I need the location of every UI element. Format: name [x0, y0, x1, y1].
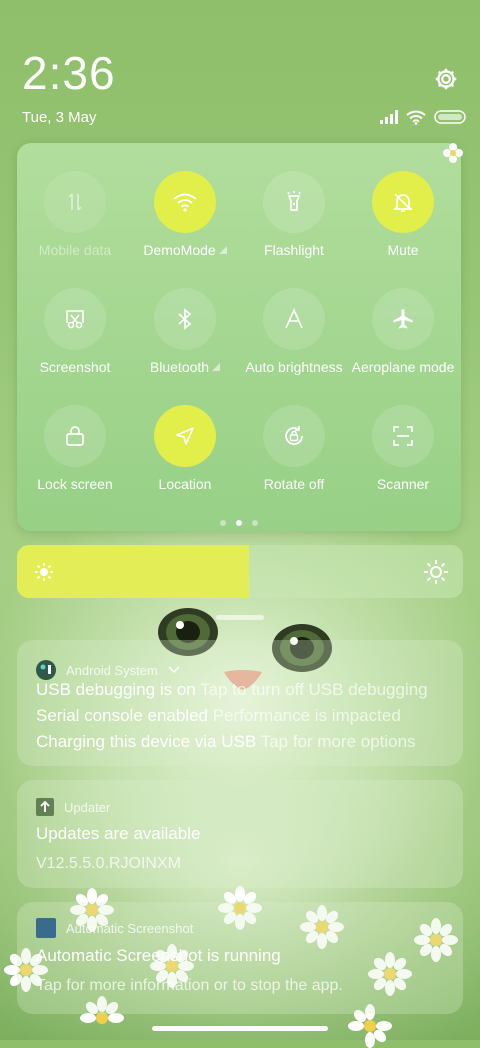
- wifi-icon: [154, 171, 216, 233]
- automatic-screenshot-icon: [36, 918, 56, 938]
- mobile-data-icon: [44, 171, 106, 233]
- notification-updater[interactable]: Updater Updates are available V12.5.5.0.…: [17, 780, 463, 888]
- battery-icon: [434, 110, 466, 124]
- clock: 2:36: [22, 47, 116, 99]
- tile-label: DemoMode: [143, 242, 216, 258]
- home-indicator[interactable]: [152, 1026, 328, 1031]
- chevron-down-icon[interactable]: [168, 666, 180, 674]
- bell-off-icon: [372, 171, 434, 233]
- flower-icon: [443, 143, 463, 163]
- tile-wifi[interactable]: DemoMode: [130, 143, 240, 258]
- updater-icon: [36, 798, 54, 816]
- tile-label: Scanner: [376, 476, 430, 492]
- notification-automatic-screenshot[interactable]: Automatic Screenshot Automatic Screensho…: [17, 902, 463, 1014]
- notification-text: Tap to turn off USB debugging: [200, 680, 428, 699]
- tile-aeroplane-mode[interactable]: Aeroplane mode: [348, 260, 458, 375]
- gear-icon[interactable]: [433, 66, 459, 92]
- notification-text: Tap for more information or to stop the …: [36, 977, 343, 994]
- tile-auto-brightness[interactable]: Auto brightness: [239, 260, 349, 375]
- notification-app-name: Android System: [66, 662, 158, 678]
- bluetooth-icon: [154, 288, 216, 350]
- page-dot: [252, 520, 258, 526]
- tile-location[interactable]: Location: [130, 377, 240, 492]
- brightness-slider[interactable]: [17, 545, 463, 598]
- notification-text: Performance is impacted: [212, 706, 401, 725]
- tile-label: Aeroplane mode: [351, 359, 455, 375]
- tile-mobile-data[interactable]: Mobile data: [20, 143, 130, 258]
- page-dot-active: [236, 520, 242, 526]
- notification-title: Updates are available: [36, 824, 201, 843]
- tile-screenshot[interactable]: Screenshot: [20, 260, 130, 375]
- notification-title: Serial console enabled: [36, 706, 209, 725]
- brightness-a-icon: [263, 288, 325, 350]
- scissors-icon: [44, 288, 106, 350]
- tile-bluetooth[interactable]: Bluetooth: [130, 260, 240, 375]
- notification-app-name: Automatic Screenshot: [66, 920, 194, 936]
- notification-text: Tap for more options: [260, 732, 416, 751]
- control-center: Mobile data DemoMode Flashlight Mute Scr…: [17, 143, 461, 531]
- notification-line: USB debugging is on Tap to turn off USB …: [36, 678, 446, 702]
- status-icons: [380, 108, 466, 126]
- tile-lock-screen[interactable]: Lock screen: [20, 377, 130, 492]
- brightness-high-icon: [424, 560, 448, 584]
- tile-label: Mute: [387, 242, 419, 258]
- android-system-icon: [36, 660, 56, 680]
- date: Tue, 3 May: [22, 109, 97, 126]
- notification-android-system[interactable]: Android System USB debugging is on Tap t…: [17, 640, 463, 766]
- notification-line: Serial console enabled Performance is im…: [36, 704, 446, 728]
- notification-app-name: Updater: [64, 799, 111, 815]
- notification-title: USB debugging is on: [36, 680, 196, 699]
- page-dot: [220, 520, 226, 526]
- wifi-status-icon: [406, 110, 426, 125]
- tile-rotate-off[interactable]: Rotate off: [239, 377, 349, 492]
- scanner-icon: [372, 405, 434, 467]
- location-arrow-icon: [154, 405, 216, 467]
- flashlight-icon: [263, 171, 325, 233]
- brightness-low-icon: [35, 563, 53, 581]
- notification-text: V12.5.5.0.RJOINXM: [36, 855, 181, 872]
- tile-label: Bluetooth: [149, 359, 210, 375]
- drag-handle[interactable]: [216, 615, 264, 620]
- expand-caret-icon: [218, 246, 227, 254]
- notification-title: Charging this device via USB: [36, 732, 257, 751]
- tile-mute[interactable]: Mute: [348, 143, 458, 258]
- airplane-icon: [372, 288, 434, 350]
- rotate-lock-icon: [263, 405, 325, 467]
- notification-title: Automatic Screenshot is running: [36, 946, 281, 965]
- tile-scanner[interactable]: Scanner: [348, 377, 458, 492]
- notification-line: Charging this device via USB Tap for mor…: [36, 730, 446, 754]
- page-indicator[interactable]: [220, 520, 258, 526]
- tile-flashlight[interactable]: Flashlight: [239, 143, 349, 258]
- lock-icon: [44, 405, 106, 467]
- signal-icon: [380, 110, 398, 124]
- expand-caret-icon: [212, 363, 221, 371]
